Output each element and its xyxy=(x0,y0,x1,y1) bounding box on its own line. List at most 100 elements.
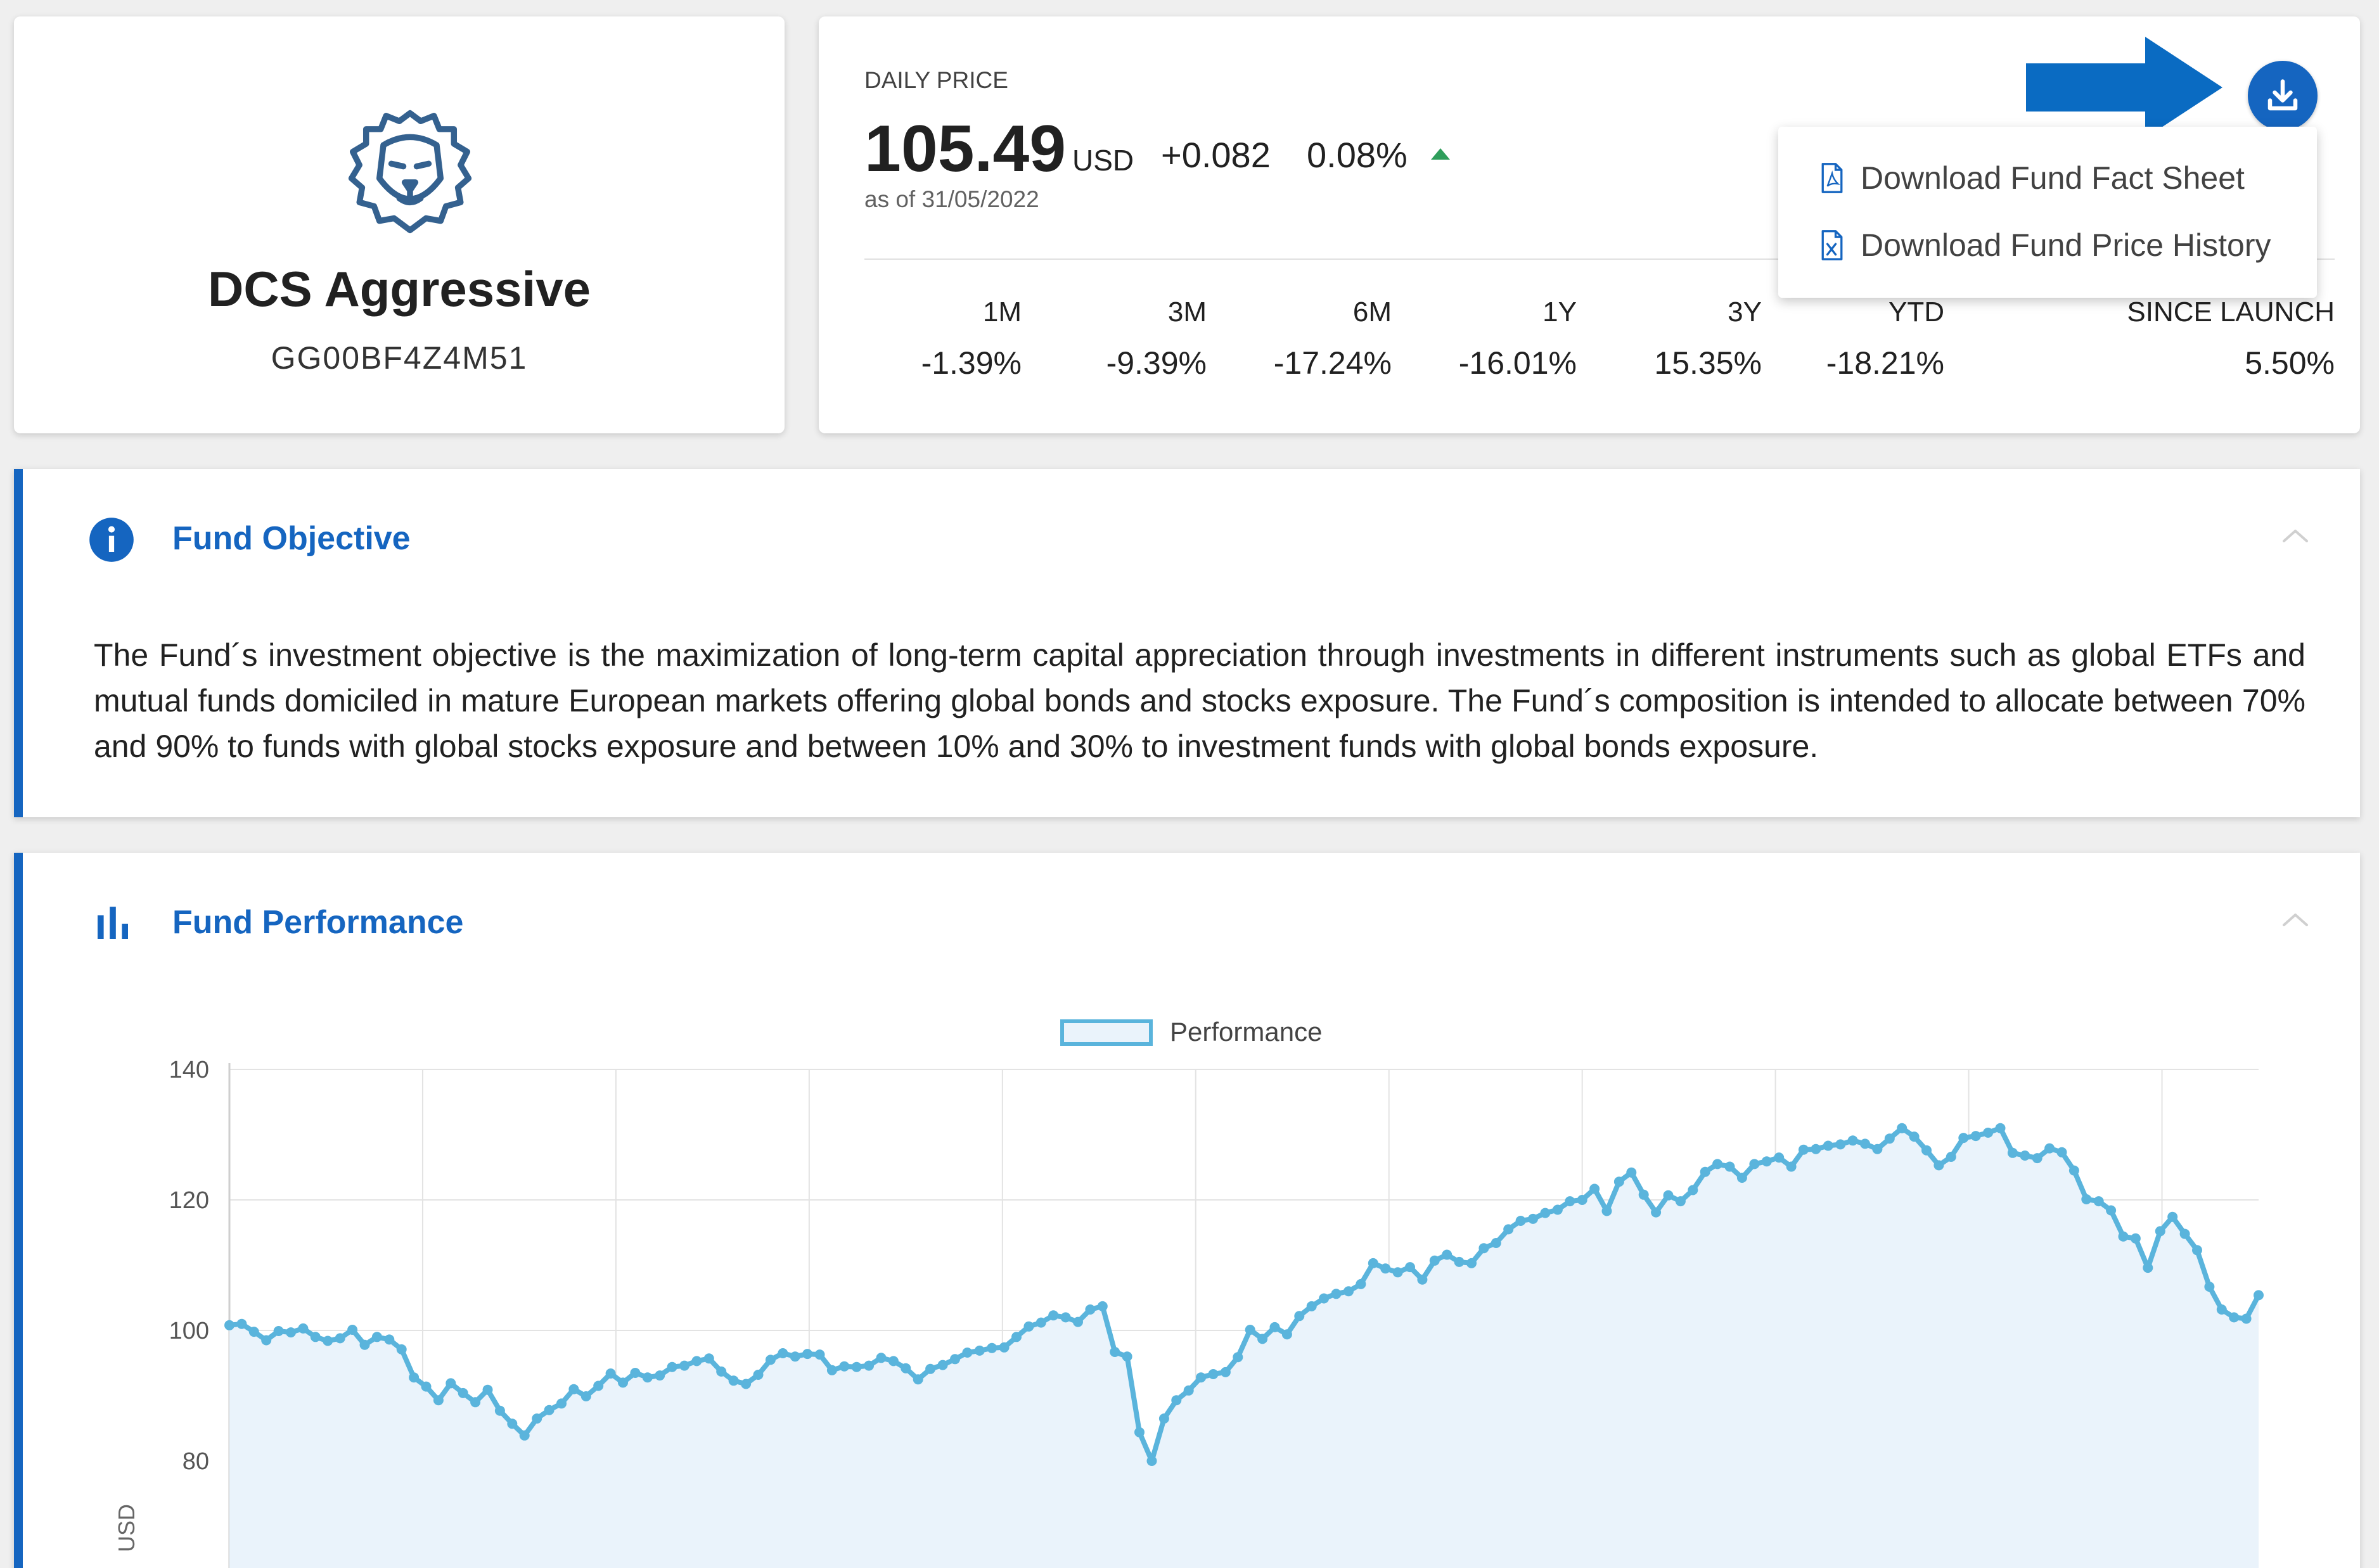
data-point xyxy=(703,1353,714,1364)
data-point xyxy=(580,1391,591,1401)
data-point xyxy=(544,1405,555,1415)
price-change-percent: 0.08% xyxy=(1307,135,1408,175)
data-point xyxy=(1158,1413,1169,1424)
data-point xyxy=(1343,1286,1354,1297)
data-point xyxy=(1196,1372,1207,1383)
data-point xyxy=(1442,1249,1452,1260)
data-point xyxy=(1097,1301,1108,1311)
data-point xyxy=(913,1374,923,1385)
data-point xyxy=(2179,1228,2190,1239)
data-point xyxy=(446,1378,456,1389)
data-point xyxy=(384,1334,395,1345)
data-point xyxy=(1134,1427,1145,1437)
menu-item-fact-sheet[interactable]: Download Fund Fact Sheet xyxy=(1820,150,2302,207)
download-button[interactable] xyxy=(2248,61,2318,131)
data-point xyxy=(507,1418,518,1429)
fund-identity-card: DCS Aggressive GG00BF4Z4M51 xyxy=(14,16,785,433)
data-point xyxy=(1933,1160,1944,1171)
data-point xyxy=(1663,1190,1674,1201)
data-point xyxy=(519,1430,530,1441)
data-point xyxy=(2081,1194,2092,1204)
data-point xyxy=(310,1332,321,1342)
data-point xyxy=(765,1354,776,1365)
data-point xyxy=(1970,1131,1981,1142)
data-point xyxy=(335,1333,345,1344)
data-point xyxy=(876,1353,887,1363)
data-point xyxy=(691,1356,702,1367)
data-point xyxy=(1048,1310,1059,1321)
data-point xyxy=(778,1348,788,1358)
fund-isin: GG00BF4Z4M51 xyxy=(271,340,528,376)
data-point xyxy=(1466,1258,1477,1268)
data-point xyxy=(409,1372,420,1383)
pdf-file-icon xyxy=(1821,163,1843,193)
data-point xyxy=(1601,1206,1612,1216)
data-point xyxy=(1540,1208,1551,1218)
data-point xyxy=(2192,1245,2202,1256)
data-point xyxy=(1368,1258,1378,1268)
fund-name: DCS Aggressive xyxy=(207,261,591,317)
data-point xyxy=(2167,1211,2178,1222)
data-point xyxy=(1491,1238,1501,1248)
data-point xyxy=(1675,1196,1686,1207)
data-point xyxy=(2216,1304,2227,1315)
fund-objective-text: The Fund´s investment objective is the m… xyxy=(94,637,2305,764)
data-point xyxy=(1281,1329,1292,1340)
data-point xyxy=(532,1413,542,1424)
data-point xyxy=(2254,1290,2264,1301)
lion-logo-icon xyxy=(348,110,472,234)
price-as-of-date: as of 31/05/2022 xyxy=(864,186,1039,212)
data-point xyxy=(1909,1131,1920,1142)
data-point xyxy=(286,1327,296,1338)
perf-period-value: -18.21% xyxy=(1826,345,1944,381)
data-point xyxy=(1638,1189,1649,1200)
data-point xyxy=(851,1361,862,1372)
data-point xyxy=(1023,1321,1034,1332)
data-point xyxy=(1921,1145,1932,1156)
data-point xyxy=(1761,1156,1772,1167)
data-point xyxy=(236,1318,247,1329)
data-point xyxy=(630,1368,641,1378)
data-point xyxy=(1749,1159,1760,1170)
data-point xyxy=(1565,1196,1575,1207)
fund-objective-title: Fund Objective xyxy=(172,520,411,557)
data-point xyxy=(1626,1167,1637,1178)
data-point xyxy=(901,1363,911,1374)
data-point xyxy=(1429,1255,1440,1266)
data-point xyxy=(1233,1352,1243,1363)
data-point xyxy=(1245,1325,1255,1335)
data-point xyxy=(1847,1135,1858,1146)
data-point xyxy=(2204,1282,2215,1292)
menu-item-label: Download Fund Price History xyxy=(1861,227,2271,263)
data-point xyxy=(925,1363,936,1374)
data-point xyxy=(790,1351,800,1362)
data-point xyxy=(2143,1263,2153,1273)
perf-period-ytd: YTD -18.21% xyxy=(1691,296,1944,381)
y-axis-label: USD xyxy=(113,1504,139,1552)
data-point xyxy=(1736,1173,1747,1183)
data-point xyxy=(1356,1278,1366,1289)
data-point xyxy=(1799,1144,1809,1155)
download-menu: Download Fund Fact Sheet Download Fund P… xyxy=(1778,127,2317,298)
data-point xyxy=(470,1397,481,1408)
data-point xyxy=(741,1379,752,1389)
data-point xyxy=(1011,1332,1022,1342)
data-point xyxy=(1872,1144,1883,1154)
data-point xyxy=(568,1384,579,1394)
fund-performance-panel: Fund Performance 80 100 120 140 USD Performan… xyxy=(14,853,2360,1568)
data-point xyxy=(396,1344,407,1354)
data-point xyxy=(1589,1183,1600,1194)
data-point xyxy=(2068,1165,2079,1176)
menu-item-price-history[interactable]: Download Fund Price History xyxy=(1820,217,2302,274)
performance-chart: 80 100 120 140 USD Performance xyxy=(113,1017,2264,1568)
data-point xyxy=(642,1372,653,1383)
data-point xyxy=(1110,1347,1120,1357)
data-point xyxy=(1146,1456,1157,1466)
data-point xyxy=(298,1323,309,1334)
data-point xyxy=(728,1375,739,1386)
data-point xyxy=(987,1342,997,1353)
data-point xyxy=(1183,1385,1194,1396)
chevron-up-icon[interactable] xyxy=(2281,527,2309,544)
data-point xyxy=(1688,1185,1698,1195)
y-tick-label: 100 xyxy=(169,1318,209,1344)
